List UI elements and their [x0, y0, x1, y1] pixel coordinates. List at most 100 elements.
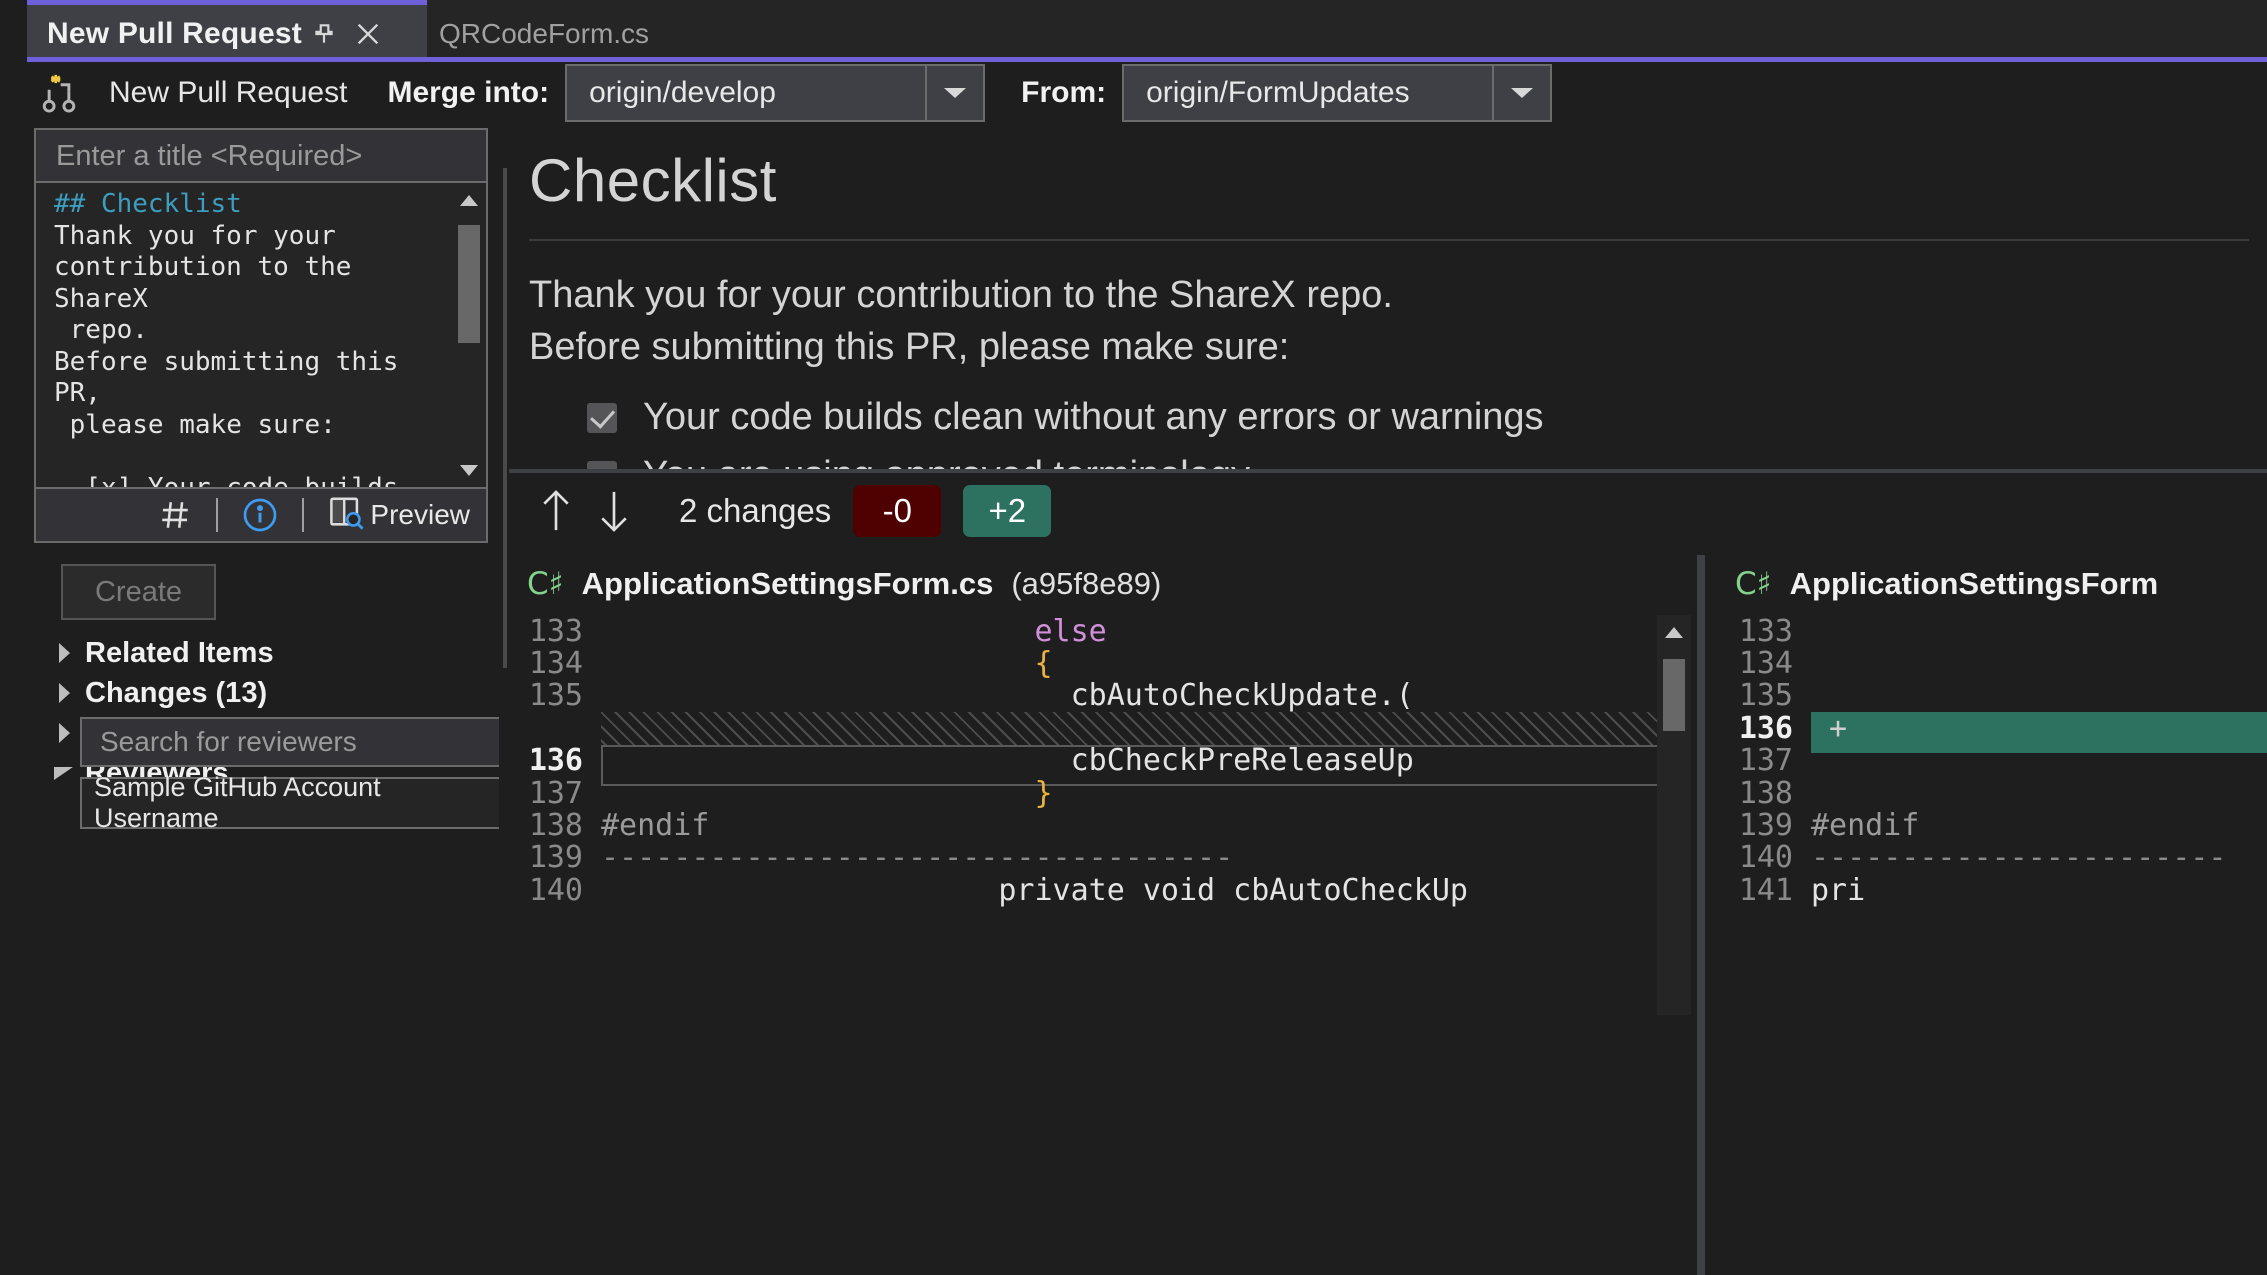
diff-code-row[interactable]: 133 else — [509, 615, 1689, 649]
chevron-right-icon[interactable] — [47, 682, 81, 704]
diff-code-row[interactable]: 140 ----------------------- — [1719, 840, 2267, 875]
preview-paragraph-1: Thank you for your contribution to the S… — [529, 274, 1393, 316]
toolbar-separator — [216, 498, 219, 532]
arrow-down-icon[interactable] — [585, 482, 643, 540]
diff-code-row[interactable]: 139 ----------------------------------- — [509, 840, 1689, 875]
diff-pane: 2 changes -0 +2 C♯ ApplicationSettingsFo… — [509, 469, 2267, 1275]
diff-code-row[interactable]: 133 — [1719, 615, 2267, 649]
checklist-item-label: Your code builds clean without any error… — [643, 396, 1544, 438]
merge-into-dropdown[interactable]: origin/develop — [565, 64, 986, 122]
merge-into-label: Merge into: — [387, 76, 550, 109]
description-scrollbar[interactable] — [452, 183, 486, 487]
sidebar-item-related-items[interactable]: Related Items — [47, 633, 274, 673]
create-button[interactable]: Create — [61, 564, 216, 620]
scroll-up-icon[interactable] — [1657, 615, 1691, 649]
diff-code-row[interactable]: 134 — [1719, 646, 2267, 682]
line-number: 133 — [1738, 615, 1793, 649]
diff-vertical-splitter[interactable] — [1697, 555, 1705, 1275]
splitter-handle[interactable] — [503, 168, 507, 668]
diff-column-left[interactable]: 133 else 134 {135 cbAutoCheckUpdate.( 136 … — [509, 615, 1689, 1275]
file-name-label: ApplicationSettingsForm.cs — [581, 566, 994, 601]
diff-code-row[interactable]: 138 — [1719, 776, 2267, 811]
arrow-up-icon[interactable] — [527, 482, 585, 540]
description-line: ## Checklist — [54, 189, 242, 219]
diff-code-row[interactable]: 139 #endif — [1719, 808, 2267, 844]
preview-checklist-item[interactable]: You are using approved terminology — [587, 454, 1250, 469]
reviewer-search-placeholder: Search for reviewers — [100, 726, 357, 757]
file-hash-label: (a95f8e89) — [1011, 566, 1162, 601]
pull-request-icon — [31, 70, 87, 116]
changes-count-label: 2 changes — [679, 492, 832, 529]
diff-file-header-left[interactable]: C♯ ApplicationSettingsForm.cs (a95f8e89) — [527, 559, 1161, 609]
diff-code-row[interactable]: 137 — [1719, 743, 2267, 778]
line-number: 133 — [528, 615, 583, 649]
toolbar-separator — [302, 498, 305, 532]
description-line: Before submitting this PR, — [54, 346, 415, 409]
diff-code-row[interactable]: 136 cbCheckPreReleaseUp — [509, 743, 1689, 786]
chevron-down-icon[interactable] — [1492, 66, 1550, 120]
diff-code-row[interactable]: 138 #endif — [509, 808, 1689, 844]
diff-file-header-right[interactable]: C♯ ApplicationSettingsForm — [1735, 559, 2158, 609]
code-text: #endif — [1811, 808, 1920, 844]
pin-icon[interactable] — [302, 12, 346, 56]
scroll-down-icon[interactable] — [452, 453, 486, 487]
chevron-down-icon[interactable] — [925, 66, 983, 120]
diff-code-row[interactable]: 135 cbAutoCheckUpdate.( — [509, 678, 1689, 713]
chevron-right-icon[interactable] — [47, 642, 81, 664]
diff-column-right[interactable]: 133 134 135 136 +137 138 139 #endif 140 --------… — [1719, 615, 2267, 1275]
line-number: 136 — [1738, 710, 1793, 746]
diff-code-row[interactable]: 137 } — [509, 775, 1689, 811]
code-text: } — [601, 775, 1053, 811]
tab-qrcodeform-cs[interactable]: QRCodeForm.cs — [427, 0, 719, 62]
reviewer-search-input[interactable]: Search for reviewers — [80, 717, 512, 767]
diff-code-row[interactable] — [509, 712, 1689, 754]
pr-description-editor[interactable]: ## Checklist Thank you for your contributi… — [34, 181, 488, 489]
tab-new-pull-request[interactable]: New Pull Request — [27, 0, 427, 62]
preview-button[interactable]: Preview — [316, 493, 482, 537]
tab-label: New Pull Request — [47, 16, 302, 50]
description-line: repo. — [54, 315, 148, 345]
scroll-up-icon[interactable] — [452, 183, 486, 217]
checkbox-checked-icon[interactable] — [587, 402, 617, 433]
diff-inner-scrollbar[interactable] — [1657, 615, 1691, 1015]
chevron-down-icon[interactable] — [47, 765, 81, 781]
preview-paragraph-2: Before submitting this PR, please make s… — [529, 326, 1290, 368]
line-number: 134 — [1738, 646, 1793, 682]
diff-code-row[interactable]: 135 — [1719, 678, 2267, 713]
scrollbar-thumb[interactable] — [458, 225, 480, 343]
reviewer-account-item[interactable]: Sample GitHub Account Username — [80, 772, 512, 833]
chevron-right-icon[interactable] — [47, 722, 81, 744]
from-dropdown[interactable]: origin/FormUpdates — [1122, 64, 1553, 122]
line-number: 136 — [528, 743, 583, 779]
sidebar-item-label: Related Items — [85, 636, 274, 669]
checkbox-unchecked-icon[interactable] — [587, 460, 617, 469]
line-number: 139 — [1738, 808, 1793, 844]
diff-code-row[interactable]: 140 private void cbAutoCheckUp — [509, 873, 1689, 908]
pr-title-input[interactable]: Enter a title <Required> — [34, 128, 488, 184]
description-line: Thank you for your — [54, 220, 336, 251]
pr-title-placeholder: Enter a title <Required> — [56, 139, 363, 172]
code-text: pri — [1811, 872, 1866, 908]
hash-icon[interactable] — [146, 493, 204, 537]
create-button-label: Create — [94, 575, 183, 608]
sidebar-item-changes[interactable]: Changes (13) — [47, 673, 267, 713]
toolbar-title: New Pull Request — [109, 76, 348, 109]
diff-code-row[interactable]: 141 pri — [1719, 872, 2267, 908]
from-value: origin/FormUpdates — [1146, 76, 1410, 109]
info-icon[interactable] — [230, 493, 290, 537]
preview-heading: Checklist — [529, 147, 777, 214]
scrollbar-thumb[interactable] — [1663, 659, 1685, 731]
checklist-item-label: You are using approved terminology — [643, 454, 1250, 469]
csharp-file-icon: C♯ — [527, 566, 564, 602]
diff-code-row[interactable]: 134 { — [509, 646, 1689, 681]
diff-code-row[interactable]: 136 + — [1719, 710, 2267, 754]
close-icon[interactable] — [346, 12, 390, 56]
tab-label: QRCodeForm.cs — [439, 17, 650, 49]
preview-checklist-item[interactable]: Your code builds clean without any error… — [587, 396, 1544, 439]
line-number: 138 — [528, 808, 583, 844]
tab-strip-gutter — [0, 0, 27, 62]
preview-divider — [529, 239, 2249, 241]
pull-request-toolbar: New Pull Request Merge into: origin/deve… — [27, 62, 2267, 124]
description-line: please make sure: — [54, 409, 336, 440]
preview-label: Preview — [370, 499, 470, 530]
